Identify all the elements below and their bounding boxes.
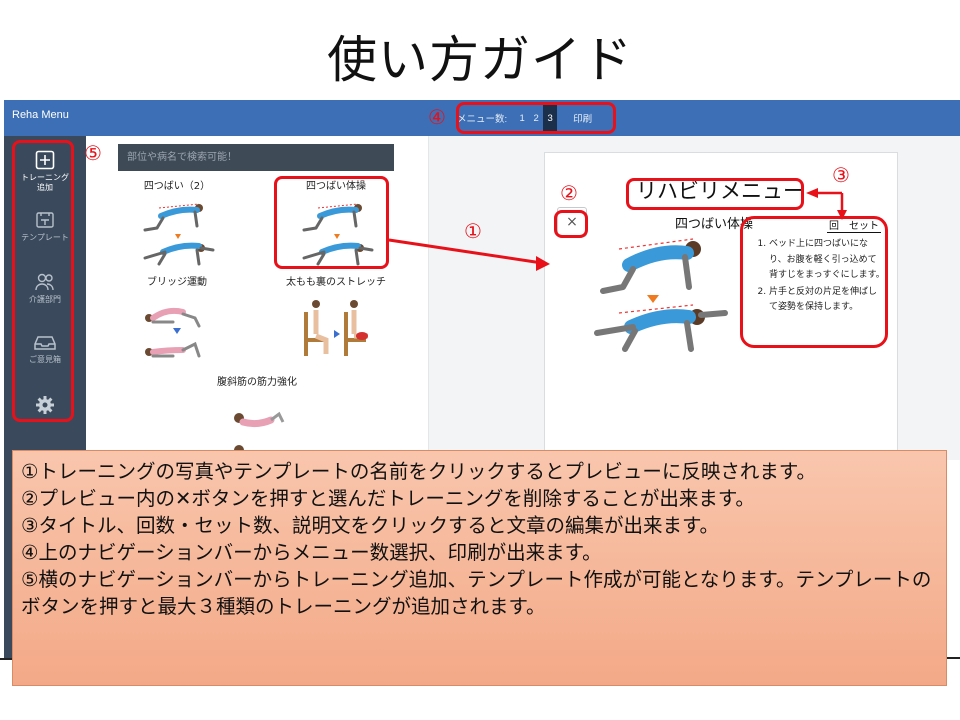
instruction-line: ③タイトル、回数・セット数、説明文をクリックすると文章の編集が出来ます。 [21, 514, 720, 537]
divider-line [947, 657, 960, 659]
callout-2: ② [560, 181, 578, 205]
divider-line [0, 658, 12, 660]
callout-5: ⑤ [84, 141, 102, 165]
instruction-line: ④上のナビゲーションバーからメニュー数選択、印刷が出来ます。 [21, 541, 602, 564]
callout-1: ① [464, 219, 482, 243]
callout-4: ④ [428, 105, 446, 129]
callout-3: ③ [832, 163, 850, 187]
instructions-box: ①トレーニングの写真やテンプレートの名前をクリックするとプレビューに反映されます… [12, 450, 947, 686]
instruction-line: ①トレーニングの写真やテンプレートの名前をクリックするとプレビューに反映されます… [21, 460, 816, 483]
instruction-line: ②プレビュー内の✕ボタンを押すと選んだトレーニングを削除することが出来ます。 [21, 487, 755, 510]
instruction-line: ⑤横のナビゲーションバーからトレーニング追加、テンプレート作成が可能となります。… [21, 568, 932, 618]
